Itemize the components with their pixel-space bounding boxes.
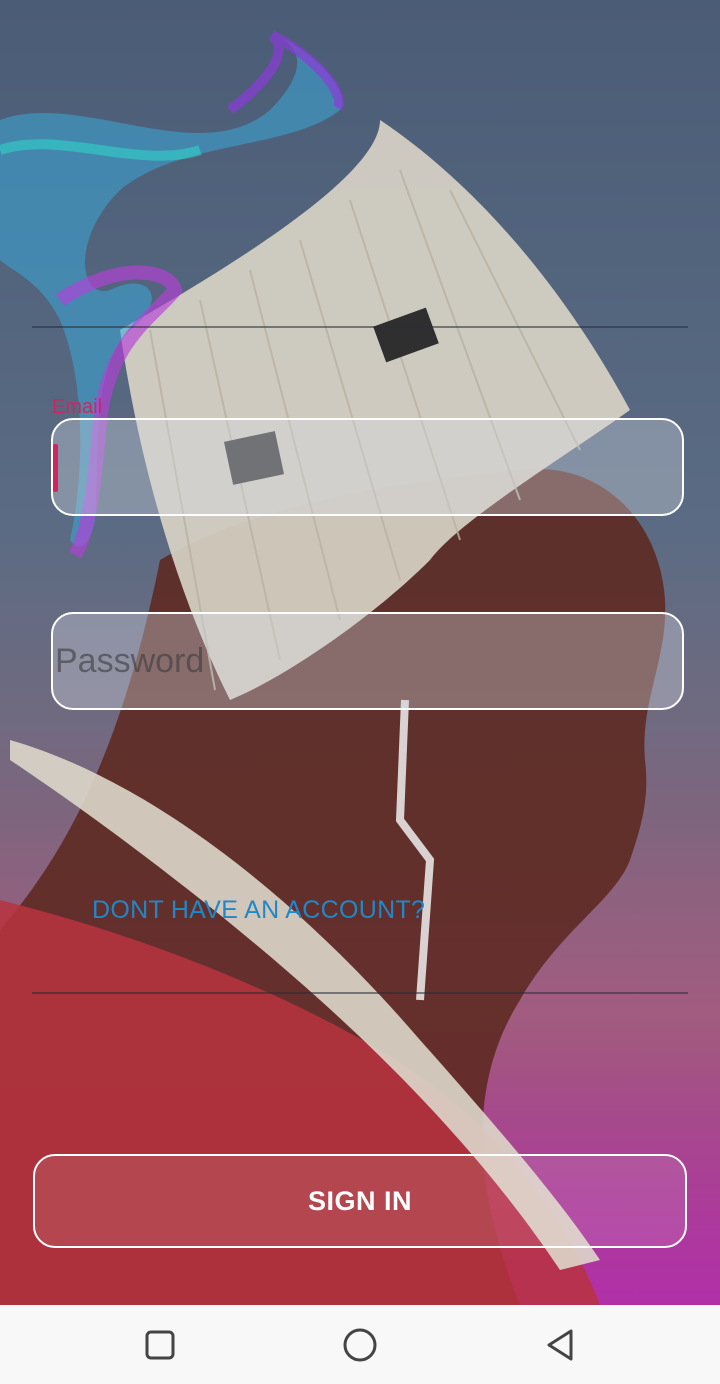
email-input[interactable] (53, 420, 682, 514)
home-icon[interactable] (340, 1325, 380, 1365)
email-label: Email (52, 396, 103, 418)
signup-link[interactable]: DONT HAVE AN ACCOUNT? (92, 896, 425, 925)
recent-apps-icon[interactable] (140, 1325, 180, 1365)
password-input[interactable] (53, 614, 682, 708)
system-nav-bar (0, 1305, 720, 1384)
top-divider (32, 326, 688, 328)
sign-in-button[interactable]: SIGN IN (33, 1154, 687, 1248)
password-field-container[interactable] (51, 612, 684, 710)
bottom-divider (32, 992, 688, 994)
email-field-container[interactable] (51, 418, 684, 516)
back-icon[interactable] (540, 1325, 580, 1365)
